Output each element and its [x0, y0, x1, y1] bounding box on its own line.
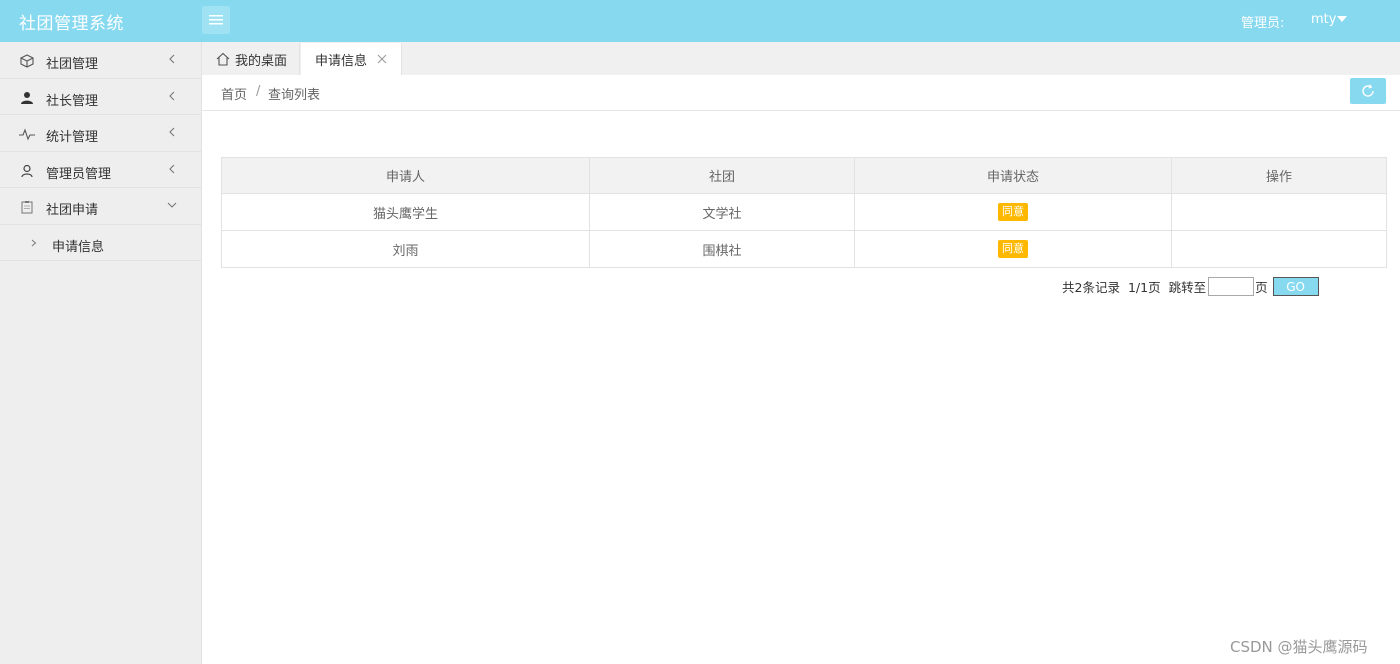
cell-action	[1171, 193, 1387, 231]
page-jump-input[interactable]	[1208, 277, 1255, 296]
breadcrumb-home-link[interactable]: 首页	[221, 84, 247, 103]
sidebar-item-admin-management[interactable]: 管理员管理	[0, 152, 201, 188]
cell-applicant: 猫头鹰学生	[221, 193, 590, 231]
sidebar-item-statistics-management[interactable]: 统计管理	[0, 115, 201, 152]
admin-user-menu[interactable]: mty	[1311, 12, 1336, 27]
jump-to-label: 跳转至	[1168, 280, 1207, 295]
menu-toggle-button[interactable]	[202, 6, 230, 34]
chevron-left-icon	[169, 54, 175, 64]
column-header-applicant: 申请人	[221, 157, 590, 194]
chevron-right-icon	[31, 239, 37, 246]
sidebar-item-label: 管理员管理	[46, 166, 112, 182]
cell-status: 同意	[854, 230, 1172, 268]
sidebar-item-label: 社团申请	[46, 203, 99, 218]
person-outline-icon	[19, 163, 35, 179]
tab-label: 我的桌面	[235, 53, 288, 69]
clipboard-icon	[19, 199, 35, 215]
app-title: 社团管理系统	[19, 14, 124, 34]
go-button[interactable]: GO	[1272, 277, 1319, 296]
sidebar-item-president-management[interactable]: 社长管理	[0, 79, 201, 115]
tab-application-info[interactable]: 申请信息	[301, 43, 402, 75]
pagination: 共2条记录 1/1页 跳转至 页 GO	[1062, 277, 1319, 296]
caret-down-icon[interactable]	[1337, 16, 1347, 22]
cell-applicant: 刘雨	[221, 230, 590, 268]
page-count-text: 1/1页	[1127, 280, 1161, 295]
breadcrumb-separator: /	[256, 84, 261, 99]
breadcrumb-current: 查询列表	[268, 88, 321, 103]
breadcrumb: 首页 / 查询列表	[202, 75, 1400, 111]
admin-label: 管理员:	[1241, 16, 1285, 31]
refresh-icon	[1362, 84, 1374, 97]
sidebar-item-label: 统计管理	[46, 130, 99, 145]
column-header-action: 操作	[1171, 157, 1387, 194]
sidebar-item-club-management[interactable]: 社团管理	[0, 42, 201, 79]
table-row: 猫头鹰学生 文学社 同意	[221, 193, 1387, 231]
cube-icon	[19, 53, 35, 69]
refresh-button[interactable]	[1350, 78, 1386, 104]
tab-label: 申请信息	[315, 53, 368, 69]
sidebar: 社团管理 社长管理 统计管理 管理员管理 社团申请 申请信息	[0, 42, 202, 664]
tab-bar: 我的桌面 申请信息	[202, 42, 1400, 75]
page-suffix-label: 页	[1255, 280, 1268, 295]
chevron-left-icon	[169, 127, 175, 137]
watermark: CSDN @猫头鹰源码	[1230, 638, 1368, 656]
table-header-row: 申请人 社团 申请状态 操作	[221, 157, 1387, 194]
user-icon	[19, 90, 35, 106]
sidebar-item-label: 社长管理	[46, 93, 99, 109]
sidebar-subitem-application-info[interactable]: 申请信息	[0, 225, 201, 261]
status-badge[interactable]: 同意	[998, 203, 1028, 221]
close-icon[interactable]	[377, 54, 387, 64]
cell-club: 围棋社	[589, 230, 855, 268]
table-row: 刘雨 围棋社 同意	[221, 230, 1387, 268]
chevron-left-icon	[169, 91, 175, 100]
chevron-left-icon	[169, 164, 175, 173]
hamburger-icon	[209, 15, 223, 25]
home-icon	[216, 52, 230, 66]
tab-my-desktop[interactable]: 我的桌面	[202, 43, 300, 75]
column-header-status: 申请状态	[854, 157, 1172, 194]
cell-club: 文学社	[589, 193, 855, 231]
sidebar-subitem-label: 申请信息	[52, 239, 105, 255]
top-header: 社团管理系统 管理员: mty	[0, 0, 1400, 42]
column-header-club: 社团	[589, 157, 855, 194]
status-badge[interactable]: 同意	[998, 240, 1028, 258]
chevron-down-icon	[167, 202, 177, 208]
pulse-icon	[19, 126, 35, 142]
total-records-text: 共2条记录	[1062, 280, 1120, 295]
cell-action	[1171, 230, 1387, 268]
sidebar-item-label: 社团管理	[46, 57, 99, 72]
cell-status: 同意	[854, 193, 1172, 231]
sidebar-item-club-application[interactable]: 社团申请	[0, 188, 201, 225]
application-table: 申请人 社团 申请状态 操作 猫头鹰学生 文学社 同意 刘雨 围棋社 同意	[221, 157, 1387, 268]
